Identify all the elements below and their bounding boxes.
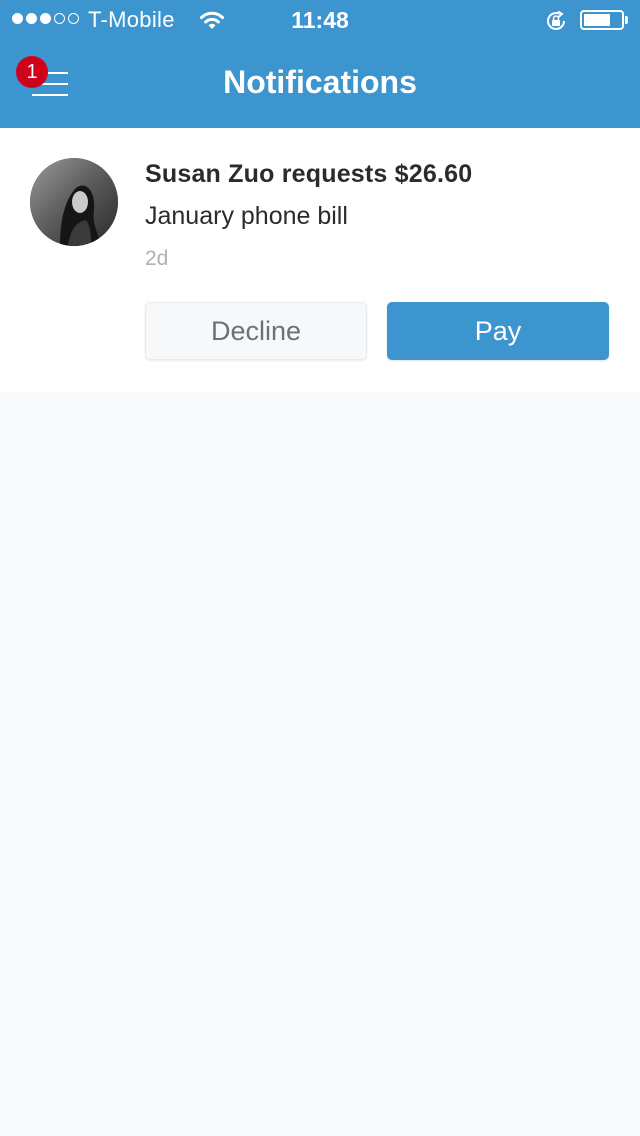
page-title: Notifications <box>223 64 417 100</box>
request-title: Susan Zuo requests $26.60 <box>145 160 473 188</box>
decline-button[interactable]: Decline <box>145 302 367 360</box>
notification-card: Susan Zuo requests $26.60 January phone … <box>0 128 640 392</box>
request-note: January phone bill <box>145 202 348 230</box>
request-age: 2d <box>145 247 169 270</box>
app-header: T-Mobile 11:48 1 Notifications <box>0 0 640 128</box>
pay-button[interactable]: Pay <box>387 302 609 360</box>
status-bar: T-Mobile 11:48 <box>0 0 640 40</box>
rotation-lock-icon <box>544 9 568 39</box>
battery-cap <box>625 16 628 24</box>
battery-icon <box>580 10 624 30</box>
battery-level <box>584 14 610 26</box>
avatar[interactable] <box>30 158 118 246</box>
